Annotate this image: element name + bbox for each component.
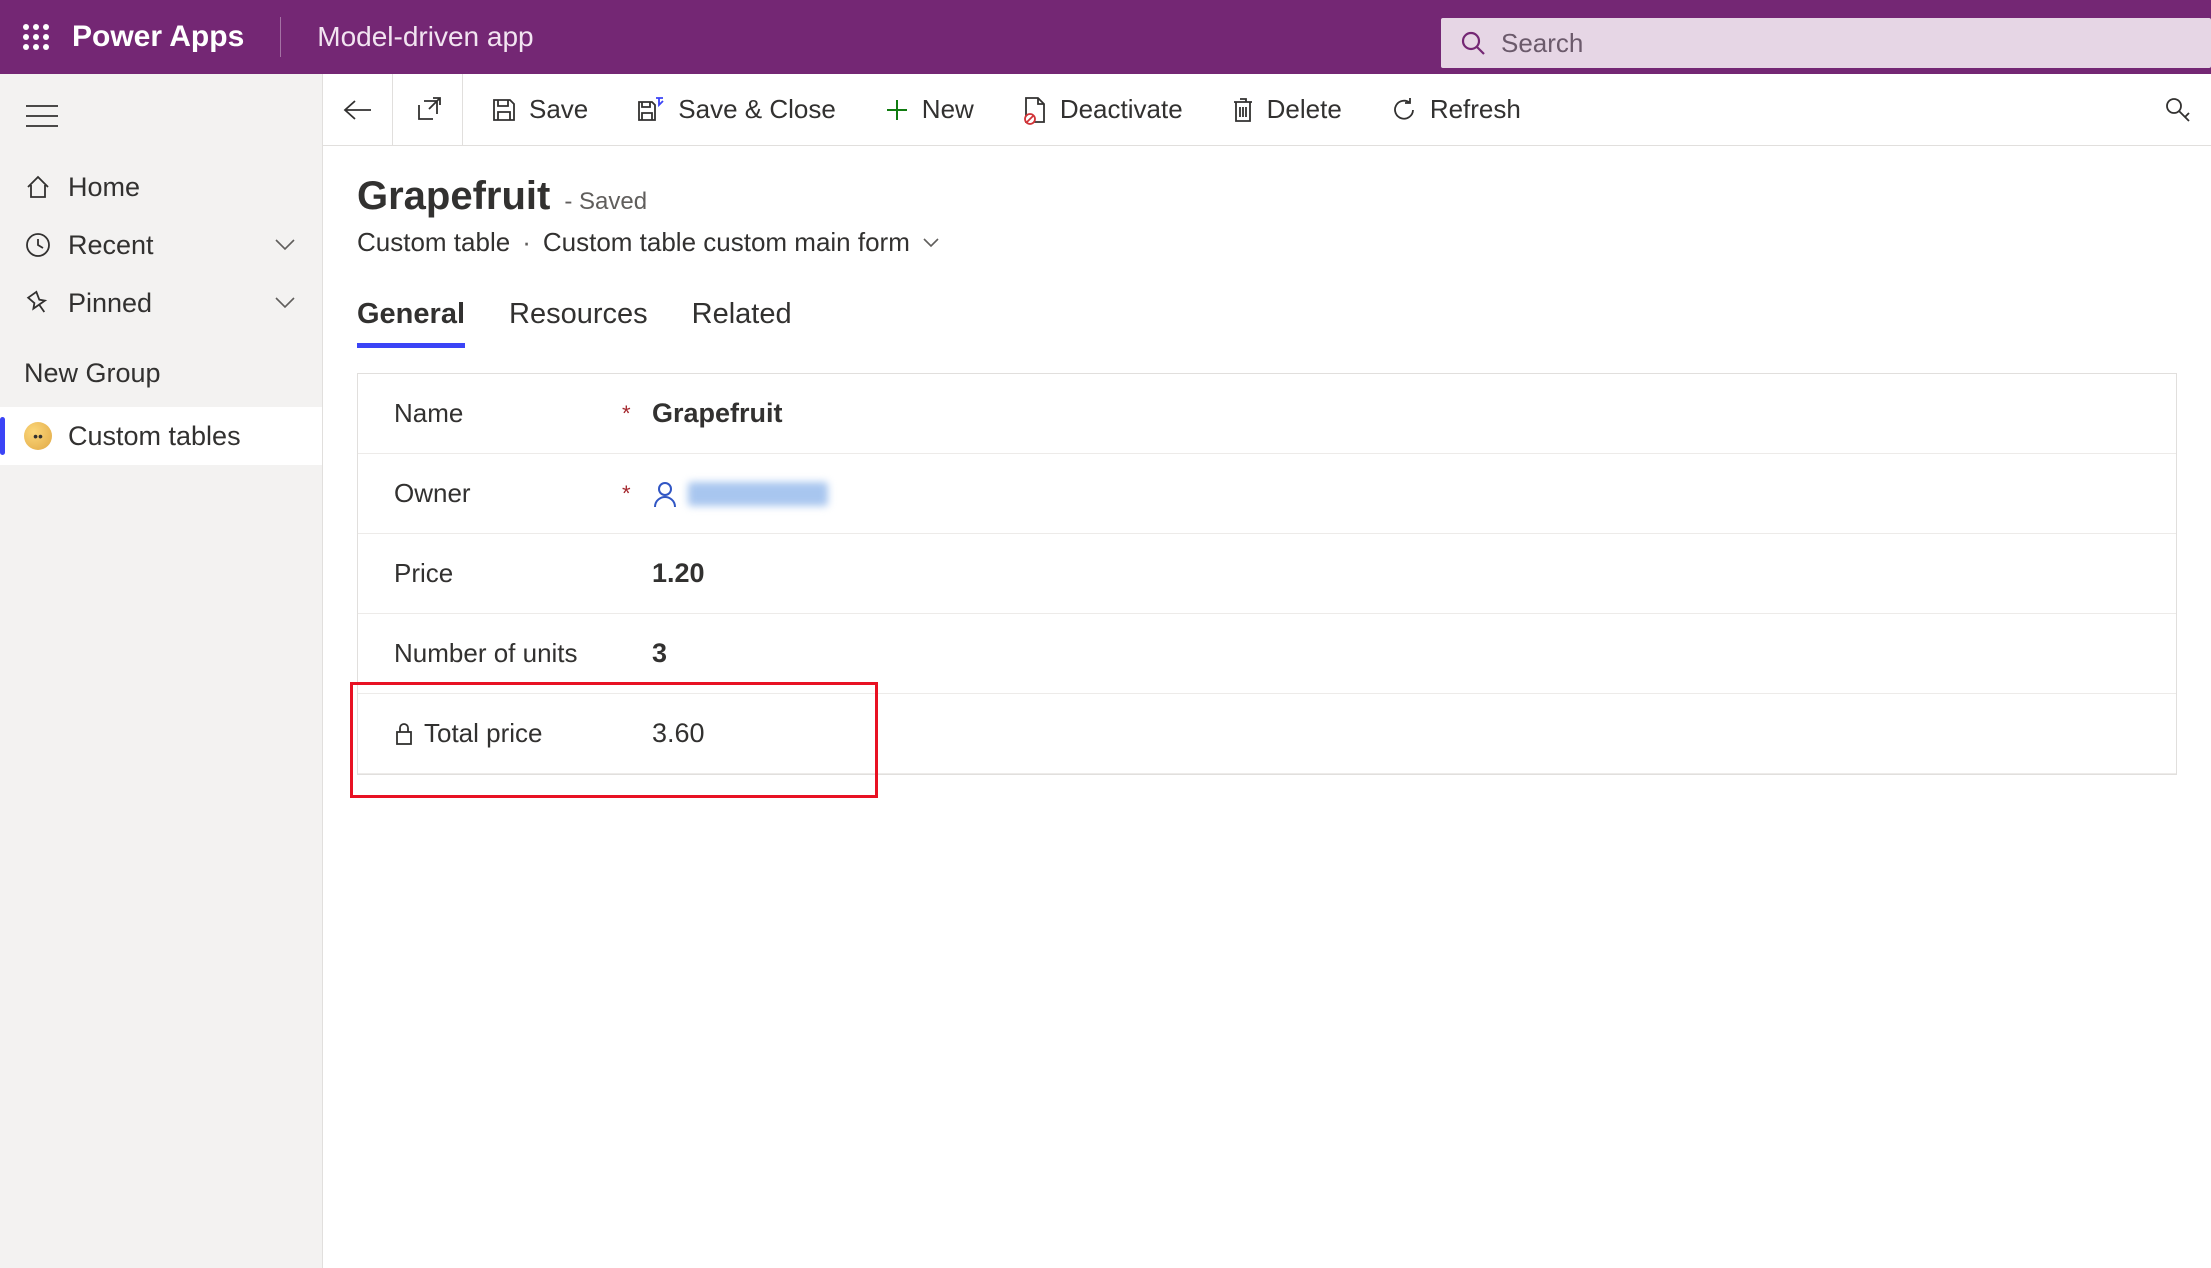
refresh-button[interactable]: Refresh — [1390, 94, 1521, 125]
field-total-value: 3.60 — [652, 718, 2140, 749]
app-header: Power Apps Model-driven app — [0, 0, 2211, 74]
waffle-icon — [21, 22, 51, 52]
form-section: Name * Grapefruit Owner * — [357, 373, 2177, 775]
required-indicator: * — [622, 401, 652, 427]
field-units-label: Number of units — [394, 638, 622, 669]
deactivate-button[interactable]: Deactivate — [1022, 94, 1183, 125]
waffle-button[interactable] — [0, 22, 72, 52]
hamburger-icon — [26, 104, 58, 128]
field-total-label: Total price — [394, 718, 622, 749]
record-status: - Saved — [564, 188, 647, 216]
delete-button[interactable]: Delete — [1231, 94, 1342, 125]
breadcrumb-separator: · — [522, 227, 531, 258]
main-area: Save Save & Close New — [323, 74, 2211, 1268]
deactivate-icon — [1022, 95, 1048, 125]
sidebar: Home Recent Pinned — [0, 74, 323, 1268]
new-button[interactable]: New — [884, 94, 974, 125]
home-icon — [24, 173, 52, 201]
hamburger-button[interactable] — [0, 104, 322, 158]
field-owner-value[interactable] — [652, 480, 2140, 508]
form-breadcrumb[interactable]: Custom table · Custom table custom main … — [357, 227, 2177, 258]
owner-redacted — [688, 482, 828, 506]
key-icon — [2163, 95, 2193, 125]
search-input[interactable] — [1501, 28, 2193, 59]
nav-home-label: Home — [68, 172, 140, 203]
chevron-down-icon — [274, 238, 296, 252]
delete-label: Delete — [1267, 94, 1342, 125]
back-button[interactable] — [323, 74, 393, 146]
record-title: Grapefruit — [357, 174, 550, 219]
field-name[interactable]: Name * Grapefruit — [358, 374, 2176, 454]
deactivate-label: Deactivate — [1060, 94, 1183, 125]
nav-custom-tables[interactable]: •• Custom tables — [0, 407, 322, 465]
sidebar-group-label: New Group — [0, 332, 322, 407]
nav-pinned[interactable]: Pinned — [0, 274, 322, 332]
nav-home[interactable]: Home — [0, 158, 322, 216]
save-close-label: Save & Close — [678, 94, 836, 125]
tab-resources[interactable]: Resources — [509, 298, 648, 348]
save-button[interactable]: Save — [491, 94, 588, 125]
entity-name: Custom table — [357, 227, 510, 258]
nav-recent[interactable]: Recent — [0, 216, 322, 274]
brand-label[interactable]: Power Apps — [72, 20, 280, 54]
back-arrow-icon — [343, 99, 373, 121]
tab-related[interactable]: Related — [692, 298, 792, 348]
lock-icon — [394, 722, 414, 746]
save-close-icon — [636, 96, 666, 124]
field-price-label: Price — [394, 558, 622, 589]
search-box[interactable] — [1441, 18, 2211, 68]
form-name: Custom table custom main form — [543, 227, 910, 258]
field-owner[interactable]: Owner * — [358, 454, 2176, 534]
search-container — [1441, 6, 2211, 68]
field-name-value[interactable]: Grapefruit — [652, 398, 2140, 429]
field-units-value[interactable]: 3 — [652, 638, 2140, 669]
search-icon — [1459, 29, 1487, 57]
field-price-value[interactable]: 1.20 — [652, 558, 2140, 589]
plus-icon — [884, 97, 910, 123]
pin-icon — [24, 289, 52, 317]
required-indicator: * — [622, 481, 652, 507]
nav-custom-tables-label: Custom tables — [68, 421, 241, 452]
field-units[interactable]: Number of units 3 — [358, 614, 2176, 694]
entity-icon: •• — [24, 422, 52, 450]
new-label: New — [922, 94, 974, 125]
popout-icon — [415, 97, 441, 123]
record-content: Grapefruit - Saved Custom table · Custom… — [323, 146, 2211, 1268]
chevron-down-icon — [922, 237, 940, 249]
nav-pinned-label: Pinned — [68, 288, 152, 319]
field-name-label: Name — [394, 398, 622, 429]
refresh-icon — [1390, 96, 1418, 124]
open-new-window-button[interactable] — [393, 74, 463, 146]
clock-icon — [24, 231, 52, 259]
person-icon — [652, 480, 678, 508]
field-total-price: Total price 3.60 — [358, 694, 2176, 774]
chevron-down-icon — [274, 296, 296, 310]
tab-general[interactable]: General — [357, 298, 465, 348]
nav-recent-label: Recent — [68, 230, 154, 261]
check-access-button[interactable] — [2163, 95, 2193, 125]
form-tabs: General Resources Related — [357, 298, 2177, 349]
command-bar: Save Save & Close New — [323, 74, 2211, 146]
save-icon — [491, 97, 517, 123]
field-price[interactable]: Price 1.20 — [358, 534, 2176, 614]
refresh-label: Refresh — [1430, 94, 1521, 125]
save-label: Save — [529, 94, 588, 125]
field-owner-label: Owner — [394, 478, 622, 509]
trash-icon — [1231, 96, 1255, 124]
save-close-button[interactable]: Save & Close — [636, 94, 836, 125]
app-name[interactable]: Model-driven app — [281, 21, 533, 53]
